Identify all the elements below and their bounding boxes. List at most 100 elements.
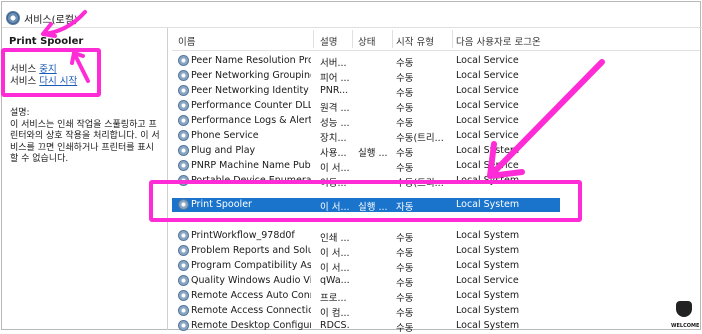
- service-name-cell: Peer Networking Identity M...: [191, 85, 311, 96]
- service-logon-cell: Local System: [456, 305, 520, 316]
- service-startup-cell: 수동: [396, 248, 414, 259]
- annotation-arrow-icon: [470, 56, 610, 189]
- annotation-box-print-spooler: [149, 180, 582, 222]
- service-startup-cell: 수동: [396, 73, 414, 84]
- col-separator[interactable]: [313, 30, 314, 48]
- service-name-cell: Quality Windows Audio Vid...: [191, 275, 311, 286]
- service-logon-cell: Local System: [456, 230, 520, 241]
- service-startup-cell: 수동: [396, 278, 414, 289]
- service-desc-cell: 이 서...: [320, 248, 350, 259]
- service-startup-cell: 수동: [396, 308, 414, 319]
- col-name[interactable]: 이름: [178, 34, 195, 48]
- col-separator[interactable]: [392, 30, 393, 48]
- table-row[interactable]: Plug and Play 사용... 실행 ... 수동 Local System: [172, 144, 700, 159]
- col-separator[interactable]: [452, 30, 453, 48]
- service-gear-icon: [178, 100, 189, 111]
- service-startup-cell: 수동: [396, 263, 414, 274]
- service-gear-icon: [178, 55, 189, 66]
- service-logon-cell: Local Service: [456, 275, 519, 286]
- service-logon-cell: Local System: [456, 290, 520, 301]
- service-gear-icon: [178, 70, 189, 81]
- service-name-cell: Remote Desktop Configurat...: [191, 320, 311, 331]
- table-row[interactable]: Remote Access Auto Conne... 프로... 수동 Local …: [172, 289, 700, 304]
- service-gear-icon: [178, 160, 189, 171]
- service-description: 설명: 이 서비스는 인쇄 작업을 스풀링하고 프린터와의 상호 작용을 처리합…: [10, 108, 160, 166]
- welcome-logo: WELCOME: [671, 301, 700, 329]
- table-row[interactable]: Remote Access Connection ... 이 컴... 수동 Loca…: [172, 304, 700, 319]
- annotation-box-service-actions: [1, 48, 101, 97]
- service-name-cell: Remote Access Connection ...: [191, 305, 311, 316]
- col-description[interactable]: 설명: [320, 34, 337, 48]
- service-gear-icon: [178, 245, 189, 256]
- service-desc-cell: 사용...: [320, 148, 347, 159]
- services-list[interactable]: 이름 설명 상태 시작 유형 다음 사용자로 로그온 Peer Name Res…: [172, 28, 700, 334]
- annotation-arrow-icon: [37, 8, 89, 41]
- service-startup-cell: 수동(트리...: [396, 133, 444, 144]
- table-row[interactable]: Quality Windows Audio Vid... qWa... 수동 Loca…: [172, 274, 700, 289]
- service-name-cell: Peer Networking Grouping: [191, 70, 311, 81]
- col-status[interactable]: 상태: [358, 34, 375, 48]
- table-row[interactable]: Peer Networking Identity M...PNR...수동Loc…: [172, 84, 700, 99]
- table-row[interactable]: Phone Service 장치... 수동(트리... Local Service: [172, 129, 700, 144]
- service-gear-icon: [178, 145, 189, 156]
- table-row[interactable]: Peer Networking Grouping 피어 ... 수동 Local Se…: [172, 69, 700, 84]
- service-logon-cell: Local System: [456, 245, 520, 256]
- table-row[interactable]: PNRP Machine Name Publi...이 서...수동Local …: [172, 159, 700, 174]
- service-desc-cell: 성능 ...: [320, 118, 350, 129]
- service-startup-cell: 수동: [396, 58, 414, 69]
- service-gear-icon: [178, 115, 189, 126]
- service-desc-cell: PNR...: [320, 85, 349, 96]
- table-row[interactable]: Program Compatibility Assi... 이 서... 수동 Loc…: [172, 259, 700, 274]
- service-desc-cell: 서버...: [320, 58, 347, 69]
- service-startup-cell: 수동: [396, 118, 414, 129]
- service-name-cell: Performance Counter DLL H...: [191, 100, 311, 111]
- service-gear-icon: [178, 305, 189, 316]
- service-gear-icon: [178, 290, 189, 301]
- service-name-cell: Peer Name Resolution Prot...: [191, 55, 311, 66]
- service-desc-cell: 원격 ...: [320, 103, 350, 114]
- service-gear-icon: [178, 275, 189, 286]
- table-row[interactable]: Problem Reports and Soluti... 이 서... 수동 Loc…: [172, 244, 700, 259]
- table-row[interactable]: Peer Name Resolution Prot...서버...수동Local…: [172, 54, 700, 69]
- service-startup-cell: 수동: [396, 148, 414, 159]
- service-logon-cell: Local System: [456, 260, 520, 271]
- service-desc-cell: 이 컴...: [320, 308, 350, 319]
- service-logon-cell: Local System: [456, 320, 520, 331]
- services-gear-icon: [6, 11, 20, 25]
- service-startup-cell: 수동: [396, 88, 414, 99]
- service-gear-icon: [178, 320, 189, 331]
- service-startup-cell: 수동: [396, 233, 414, 244]
- service-desc-cell: RDCS...: [320, 320, 350, 331]
- service-name-cell: Program Compatibility Assi...: [191, 260, 311, 271]
- welcome-text: WELCOME: [671, 323, 700, 329]
- col-separator[interactable]: [352, 30, 353, 48]
- service-desc-cell: 피어 ...: [320, 73, 350, 84]
- service-gear-icon: [178, 230, 189, 241]
- service-startup-cell: 수동: [396, 163, 414, 174]
- service-name-cell: Phone Service: [191, 130, 259, 141]
- service-name-cell: PNRP Machine Name Publi...: [191, 160, 311, 171]
- table-row[interactable]: Performance Logs & Alerts 성능 ... 수동 Local S…: [172, 114, 700, 129]
- service-name-cell: Remote Access Auto Conne...: [191, 290, 311, 301]
- service-gear-icon: [178, 85, 189, 96]
- service-startup-cell: 수동: [396, 293, 414, 304]
- service-desc-cell: 장치...: [320, 133, 347, 144]
- description-label: 설명:: [10, 108, 30, 118]
- service-desc-cell: 프로...: [320, 293, 347, 304]
- service-status-cell: 실행 ...: [358, 148, 388, 159]
- service-desc-cell: qWa...: [320, 275, 350, 286]
- description-text: 이 서비스는 인쇄 작업을 스풀링하고 프린터와의 상호 작용을 처리합니다. …: [10, 119, 160, 165]
- col-startup-type[interactable]: 시작 유형: [396, 34, 434, 48]
- service-gear-icon: [178, 260, 189, 271]
- service-desc-cell: 인쇄 ...: [320, 233, 350, 244]
- col-logon-as[interactable]: 다음 사용자로 로그온: [456, 34, 541, 48]
- column-header: 이름 설명 상태 시작 유형 다음 사용자로 로그온: [172, 28, 700, 51]
- service-startup-cell: 수동: [396, 323, 414, 334]
- table-row[interactable]: Performance Counter DLL H...원격 ...수동Loca…: [172, 99, 700, 114]
- table-row[interactable]: PrintWorkflow_978d0f 인쇄 ... 수동 Local System: [172, 229, 700, 244]
- service-desc-cell: 이 서...: [320, 163, 350, 174]
- service-name-cell: Plug and Play: [191, 145, 256, 156]
- service-name-cell: PrintWorkflow_978d0f: [191, 230, 295, 241]
- service-gear-icon: [178, 130, 189, 141]
- service-name-cell: Problem Reports and Soluti...: [191, 245, 311, 256]
